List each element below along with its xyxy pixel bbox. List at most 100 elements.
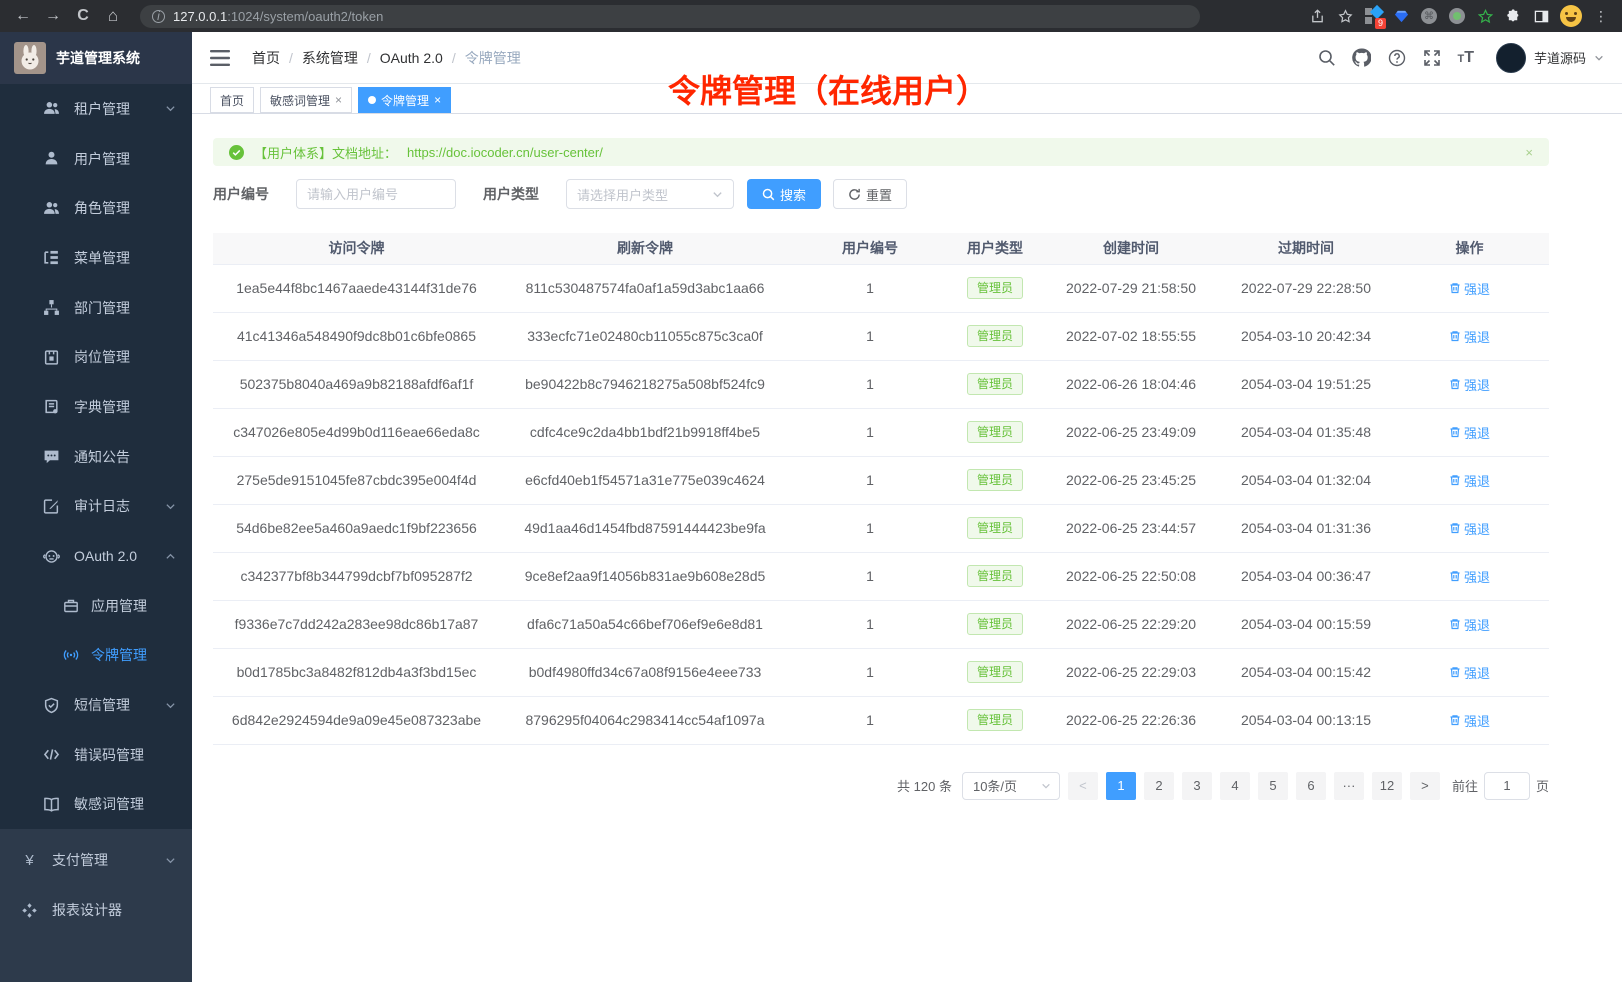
force-logout-button[interactable]: 强退 (1449, 615, 1490, 634)
user-id-input[interactable] (296, 179, 456, 209)
tab-token-management[interactable]: 令牌管理 × (358, 87, 451, 113)
page-number-button[interactable]: 5 (1258, 772, 1288, 800)
search-icon[interactable] (1317, 48, 1336, 67)
github-icon[interactable] (1352, 48, 1371, 67)
force-logout-button[interactable]: 强退 (1449, 375, 1490, 394)
force-logout-button[interactable]: 强退 (1449, 471, 1490, 490)
table-header: 访问令牌 刷新令牌 用户编号 用户类型 创建时间 过期时间 操作 (213, 233, 1549, 264)
sidebar-item-tenants[interactable]: 租户管理 (0, 84, 192, 134)
page-number-button[interactable]: 6 (1296, 772, 1326, 800)
page-number-button[interactable]: ··· (1334, 772, 1364, 800)
fullscreen-icon[interactable] (1422, 48, 1441, 67)
trash-icon (1449, 426, 1461, 438)
close-icon[interactable]: × (434, 94, 441, 106)
cell-expires-at: 2054-03-04 00:13:15 (1222, 696, 1390, 744)
user-menu[interactable]: 芋道源码 (1496, 43, 1604, 73)
chevron-down-icon (165, 103, 176, 114)
cell-access-token: 502375b8040a469a9b82188afdf6af1f (213, 360, 500, 408)
forward-icon[interactable]: → (40, 3, 66, 29)
sidebar-item-audit-log[interactable]: 审计日志 (0, 482, 192, 532)
page-number-button[interactable]: 3 (1182, 772, 1212, 800)
cell-refresh-token: e6cfd40eb1f54571a31e775e039c4624 (500, 456, 790, 504)
extension-gem-icon[interactable] (1392, 7, 1410, 25)
cell-user-id: 1 (790, 552, 950, 600)
next-page-button[interactable]: > (1410, 772, 1440, 800)
page-number-button[interactable]: 2 (1144, 772, 1174, 800)
tab-home[interactable]: 首页 (210, 87, 254, 113)
force-logout-button[interactable]: 强退 (1449, 327, 1490, 346)
tab-sensitive-words[interactable]: 敏感词管理 × (260, 87, 352, 113)
extension-grid-icon[interactable]: 9 (1364, 7, 1382, 25)
user-name: 芋道源码 (1534, 48, 1586, 67)
user-type-select[interactable]: 请选择用户类型 (566, 179, 734, 209)
sidebar-menu-secondary: ¥ 支付管理 报表设计器 (0, 829, 192, 935)
help-icon[interactable] (1387, 48, 1406, 67)
extension-command-icon[interactable]: ⌘ (1420, 7, 1438, 25)
back-icon[interactable]: ← (10, 3, 36, 29)
extension-star-icon[interactable] (1476, 7, 1494, 25)
sidebar-item-departments[interactable]: 部门管理 (0, 283, 192, 333)
font-size-icon[interactable]: TT (1457, 49, 1474, 67)
col-refresh-token: 刷新令牌 (500, 233, 790, 264)
sidebar-toggle-icon[interactable] (1532, 7, 1550, 25)
trash-icon (1449, 522, 1461, 534)
page-number-button[interactable]: 1 (1106, 772, 1136, 800)
home-icon[interactable]: ⌂ (100, 3, 126, 29)
sidebar-item-roles[interactable]: 角色管理 (0, 183, 192, 233)
announcement-icon (43, 448, 60, 465)
page-number-button[interactable]: 4 (1220, 772, 1250, 800)
sidebar-item-posts[interactable]: 岗位管理 (0, 332, 192, 382)
reload-icon[interactable]: C (70, 3, 96, 29)
sidebar-item-payment[interactable]: ¥ 支付管理 (0, 835, 192, 885)
cell-created-at: 2022-06-25 23:44:57 (1040, 504, 1222, 552)
extension-record-icon[interactable] (1448, 7, 1466, 25)
chevron-down-icon (165, 855, 176, 866)
cell-expires-at: 2054-03-04 01:31:36 (1222, 504, 1390, 552)
sidebar-item-sensitive-words[interactable]: 敏感词管理 (0, 780, 192, 830)
sidebar-item-dictionary[interactable]: 字典管理 (0, 382, 192, 432)
sidebar-item-menus[interactable]: 菜单管理 (0, 233, 192, 283)
force-logout-button[interactable]: 强退 (1449, 519, 1490, 538)
bookmark-star-icon[interactable] (1336, 7, 1354, 25)
sidebar-item-oauth[interactable]: OAuth 2.0 (0, 531, 192, 581)
breadcrumb-home[interactable]: 首页 (252, 48, 280, 68)
sidebar-item-announcements[interactable]: 通知公告 (0, 432, 192, 482)
force-logout-button[interactable]: 强退 (1449, 279, 1490, 298)
address-bar[interactable]: i 127.0.0.1:1024/system/oauth2/token (140, 5, 1200, 28)
browser-menu-icon[interactable]: ⋮ (1592, 7, 1610, 25)
force-logout-button[interactable]: 强退 (1449, 567, 1490, 586)
force-logout-button[interactable]: 强退 (1449, 423, 1490, 442)
doc-link[interactable]: https://doc.iocoder.cn/user-center/ (407, 145, 603, 160)
alert-text: 【用户体系】文档地址： (254, 143, 397, 162)
close-icon[interactable]: × (335, 94, 342, 106)
page-number-button[interactable]: 12 (1372, 772, 1402, 800)
alert-close-icon[interactable]: × (1525, 145, 1533, 160)
audit-log-icon (43, 498, 60, 515)
profile-avatar[interactable] (1560, 5, 1582, 27)
post-badge-icon (43, 349, 60, 366)
site-info-icon[interactable]: i (152, 10, 165, 23)
goto-page-input[interactable] (1484, 772, 1530, 800)
force-logout-button[interactable]: 强退 (1449, 711, 1490, 730)
table-row: c347026e805e4d99b0d116eae66eda8c cdfc4ce… (213, 408, 1549, 456)
cell-access-token: 275e5de9151045fe87cbdc395e004f4d (213, 456, 500, 504)
extensions-puzzle-icon[interactable] (1504, 7, 1522, 25)
sidebar-item-error-codes[interactable]: 错误码管理 (0, 730, 192, 780)
sidebar-item-users[interactable]: 用户管理 (0, 134, 192, 184)
reset-button[interactable]: 重置 (833, 179, 907, 209)
sidebar-item-oauth-tokens[interactable]: 令牌管理 (0, 631, 192, 681)
user-type-badge: 管理员 (967, 469, 1023, 491)
search-button[interactable]: 搜索 (747, 179, 821, 209)
breadcrumb-system[interactable]: 系统管理 (302, 48, 358, 68)
sidebar-item-report-designer[interactable]: 报表设计器 (0, 885, 192, 935)
prev-page-button[interactable]: < (1068, 772, 1098, 800)
force-logout-button[interactable]: 强退 (1449, 663, 1490, 682)
app-logo-bar: 芋道管理系统 (0, 32, 192, 84)
page-size-select[interactable]: 10条/页 (962, 772, 1060, 800)
sidebar-item-sms[interactable]: 短信管理 (0, 680, 192, 730)
cell-created-at: 2022-06-25 22:29:03 (1040, 648, 1222, 696)
sidebar-item-oauth-apps[interactable]: 应用管理 (0, 581, 192, 631)
breadcrumb-oauth[interactable]: OAuth 2.0 (380, 50, 443, 66)
collapse-sidebar-icon[interactable] (210, 50, 230, 66)
share-icon[interactable] (1308, 7, 1326, 25)
